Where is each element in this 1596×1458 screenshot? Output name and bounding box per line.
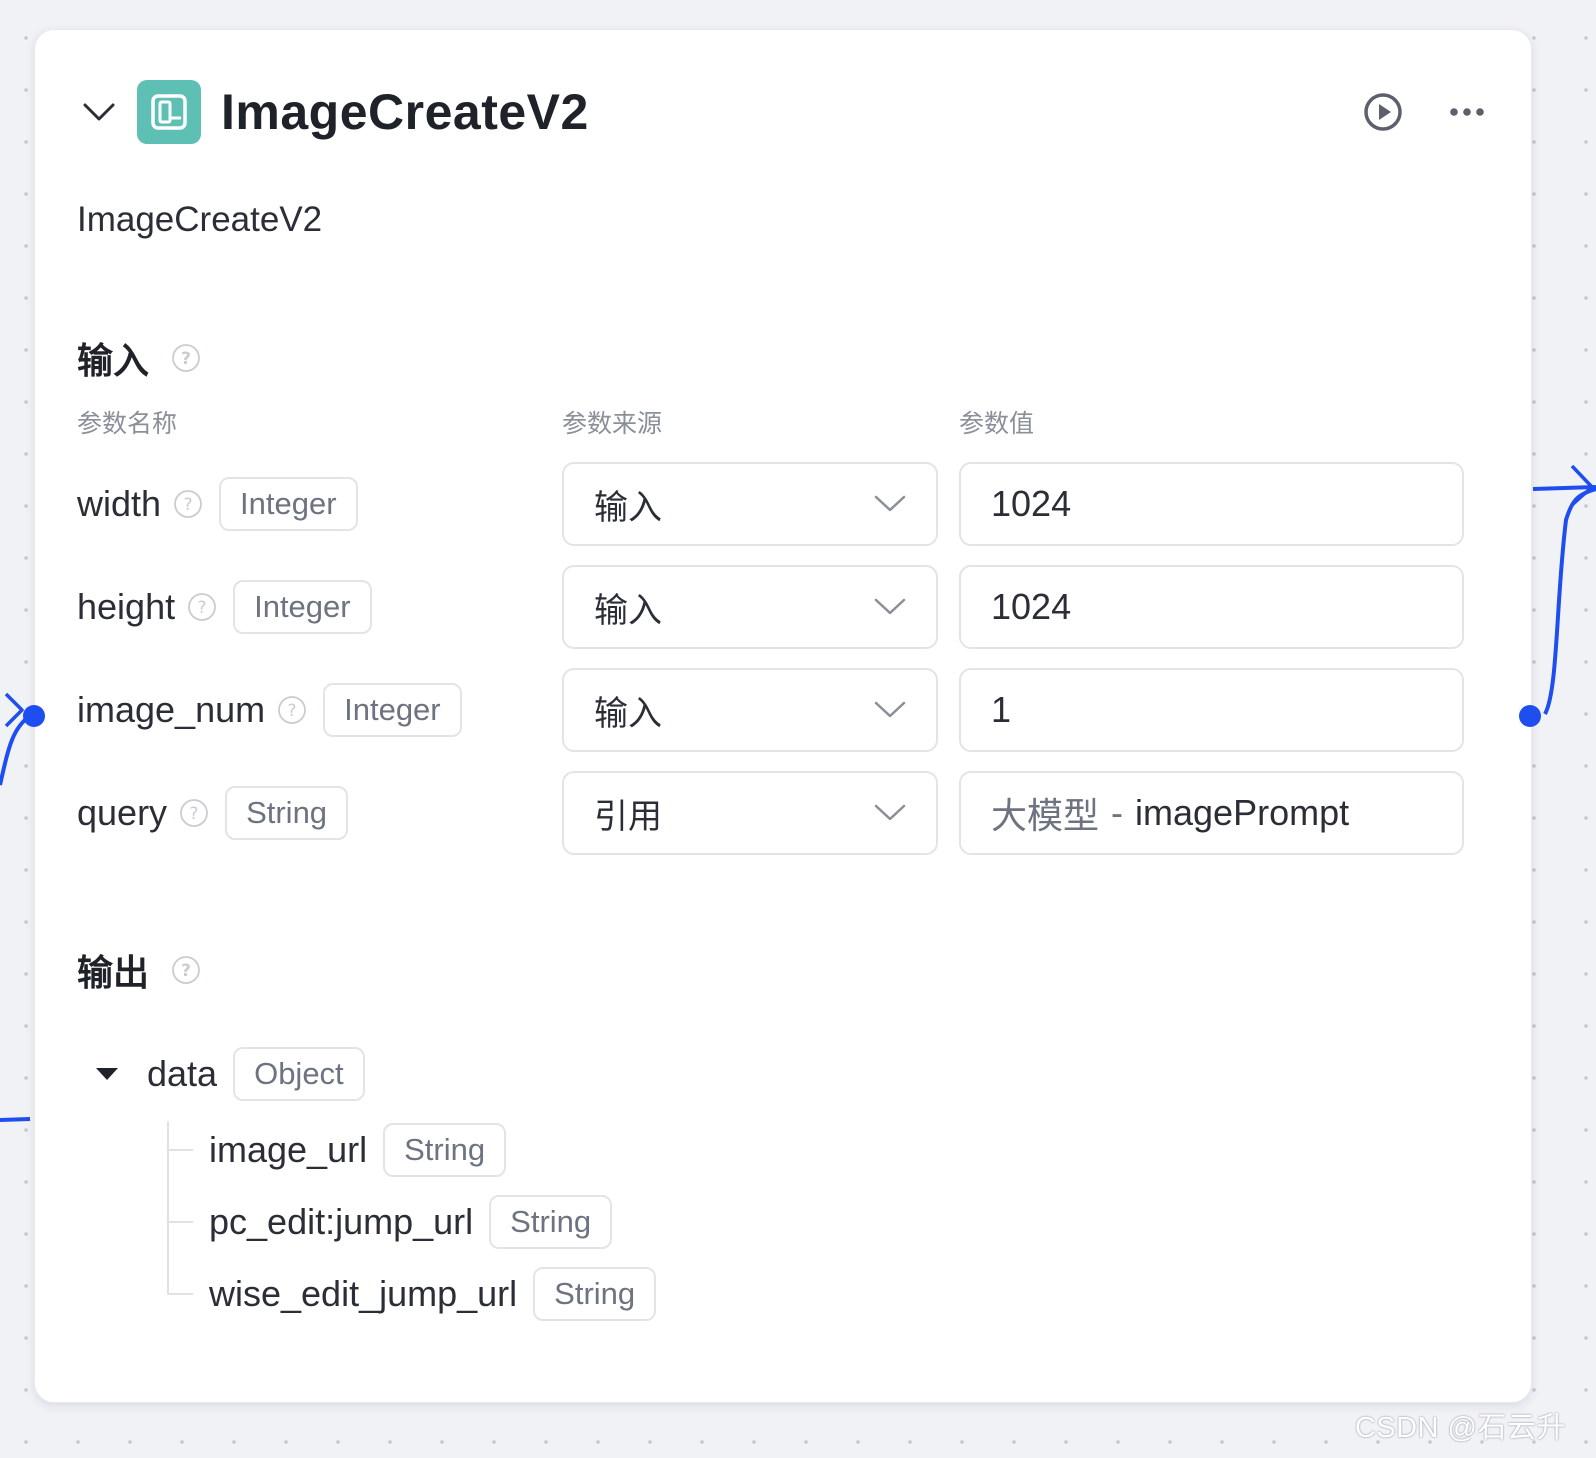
output-tree: data Object image_url String pc_edit:jum… — [77, 1045, 657, 1337]
source-select[interactable]: 引用 — [562, 771, 938, 855]
param-name: query — [77, 792, 168, 833]
help-icon[interactable]: ? — [187, 592, 217, 622]
source-select[interactable]: 输入 — [562, 565, 938, 649]
output-children: image_url String pc_edit:jump_url String… — [167, 1121, 657, 1323]
svg-text:?: ? — [181, 961, 191, 981]
help-icon[interactable]: ? — [179, 798, 209, 828]
column-header-value: 参数值 — [959, 410, 1035, 438]
node-header: ImageCreateV2 — [75, 78, 1491, 146]
source-select[interactable]: 输入 — [562, 462, 938, 546]
node-description: ImageCreateV2 — [77, 200, 323, 239]
type-tag: Integer — [323, 683, 462, 737]
output-root-item[interactable]: data Object — [77, 1045, 656, 1103]
param-name-cell: query ? String — [77, 771, 349, 855]
source-select-value: 引用 — [594, 797, 662, 836]
help-icon[interactable]: ? — [171, 343, 201, 373]
play-circle-icon[interactable] — [1361, 90, 1405, 134]
output-field-name: image_url — [209, 1129, 368, 1170]
reference-field-name: imagePrompt — [1135, 792, 1350, 833]
output-field-name: pc_edit:jump_url — [209, 1201, 474, 1242]
output-child-item: pc_edit:jump_url String — [167, 1193, 656, 1251]
svg-text:?: ? — [288, 701, 297, 721]
help-icon[interactable]: ? — [277, 695, 307, 725]
reference-separator: - — [1111, 792, 1124, 833]
chevron-down-icon — [874, 701, 906, 719]
type-tag: String — [225, 786, 349, 840]
output-field-name: data — [147, 1053, 218, 1094]
input-param-row: height ? Integer 输入 1024 — [77, 565, 1491, 649]
outgoing-edge — [1543, 487, 1596, 715]
type-tag: String — [383, 1123, 507, 1177]
chevron-down-icon[interactable] — [79, 92, 119, 132]
svg-text:?: ? — [198, 598, 207, 618]
output-section-label: 输出 — [77, 952, 150, 993]
output-section-title: 输出 ? — [77, 944, 201, 996]
param-name-cell: height ? Integer — [77, 565, 372, 649]
input-param-row: image_num ? Integer 输入 1 — [77, 668, 1491, 752]
node-title: ImageCreateV2 — [221, 84, 589, 140]
column-header-source: 参数来源 — [562, 410, 663, 438]
source-select-value: 输入 — [594, 591, 662, 630]
type-tag: Integer — [233, 580, 372, 634]
param-name: height — [77, 586, 176, 627]
incoming-arrowhead — [4, 692, 24, 728]
help-icon[interactable]: ? — [171, 955, 201, 985]
tree-branch — [167, 1221, 193, 1223]
output-child-item: image_url String — [167, 1121, 656, 1179]
chevron-down-icon — [874, 804, 906, 822]
type-tag: Integer — [219, 477, 358, 531]
reference-node-name: 大模型 — [991, 795, 1100, 836]
outgoing-edge-top — [1532, 485, 1596, 491]
type-tag: String — [489, 1195, 613, 1249]
input-section-title: 输入 ? — [77, 332, 201, 384]
chevron-down-icon — [874, 598, 906, 616]
output-field-name: wise_edit_jump_url — [209, 1273, 518, 1314]
value-input[interactable]: 1024 — [959, 462, 1464, 546]
tree-branch — [167, 1293, 193, 1295]
caret-down-icon[interactable] — [95, 1062, 119, 1086]
param-name-cell: image_num ? Integer — [77, 668, 462, 752]
incoming-edge — [0, 714, 32, 786]
incoming-edge-lower — [0, 1117, 31, 1122]
column-header-name: 参数名称 — [77, 410, 178, 438]
help-icon[interactable]: ? — [173, 489, 203, 519]
input-param-row: width ? Integer 输入 1024 — [77, 462, 1491, 546]
source-select-value: 输入 — [594, 488, 662, 527]
input-section-label: 输入 — [77, 340, 150, 381]
value-input[interactable]: 1 — [959, 668, 1464, 752]
type-tag: String — [533, 1267, 657, 1321]
more-dots-icon[interactable] — [1445, 90, 1489, 134]
param-name: image_num — [77, 689, 266, 730]
source-select-value: 输入 — [594, 694, 662, 733]
chevron-down-icon — [874, 495, 906, 513]
value-input[interactable]: 1024 — [959, 565, 1464, 649]
svg-text:?: ? — [181, 349, 191, 369]
param-name: width — [77, 483, 162, 524]
plugin-node-card[interactable]: ImageCreateV2 ImageCreateV2 输入 ? 参数名称 参数… — [34, 29, 1532, 1403]
svg-text:?: ? — [190, 804, 199, 824]
watermark: CSDN @石云升 — [1354, 1412, 1566, 1444]
reference-value-picker[interactable]: 大模型 - imagePrompt — [959, 771, 1464, 855]
output-child-item: wise_edit_jump_url String — [167, 1265, 657, 1323]
image-plugin-icon — [137, 80, 201, 144]
node-actions — [1361, 90, 1489, 134]
svg-text:?: ? — [184, 495, 193, 515]
param-name-cell: width ? Integer — [77, 462, 358, 546]
source-select[interactable]: 输入 — [562, 668, 938, 752]
type-tag: Object — [233, 1047, 365, 1101]
input-param-row: query ? String 引用 大模型 - imagePrompt — [77, 771, 1491, 855]
tree-branch — [167, 1149, 193, 1151]
